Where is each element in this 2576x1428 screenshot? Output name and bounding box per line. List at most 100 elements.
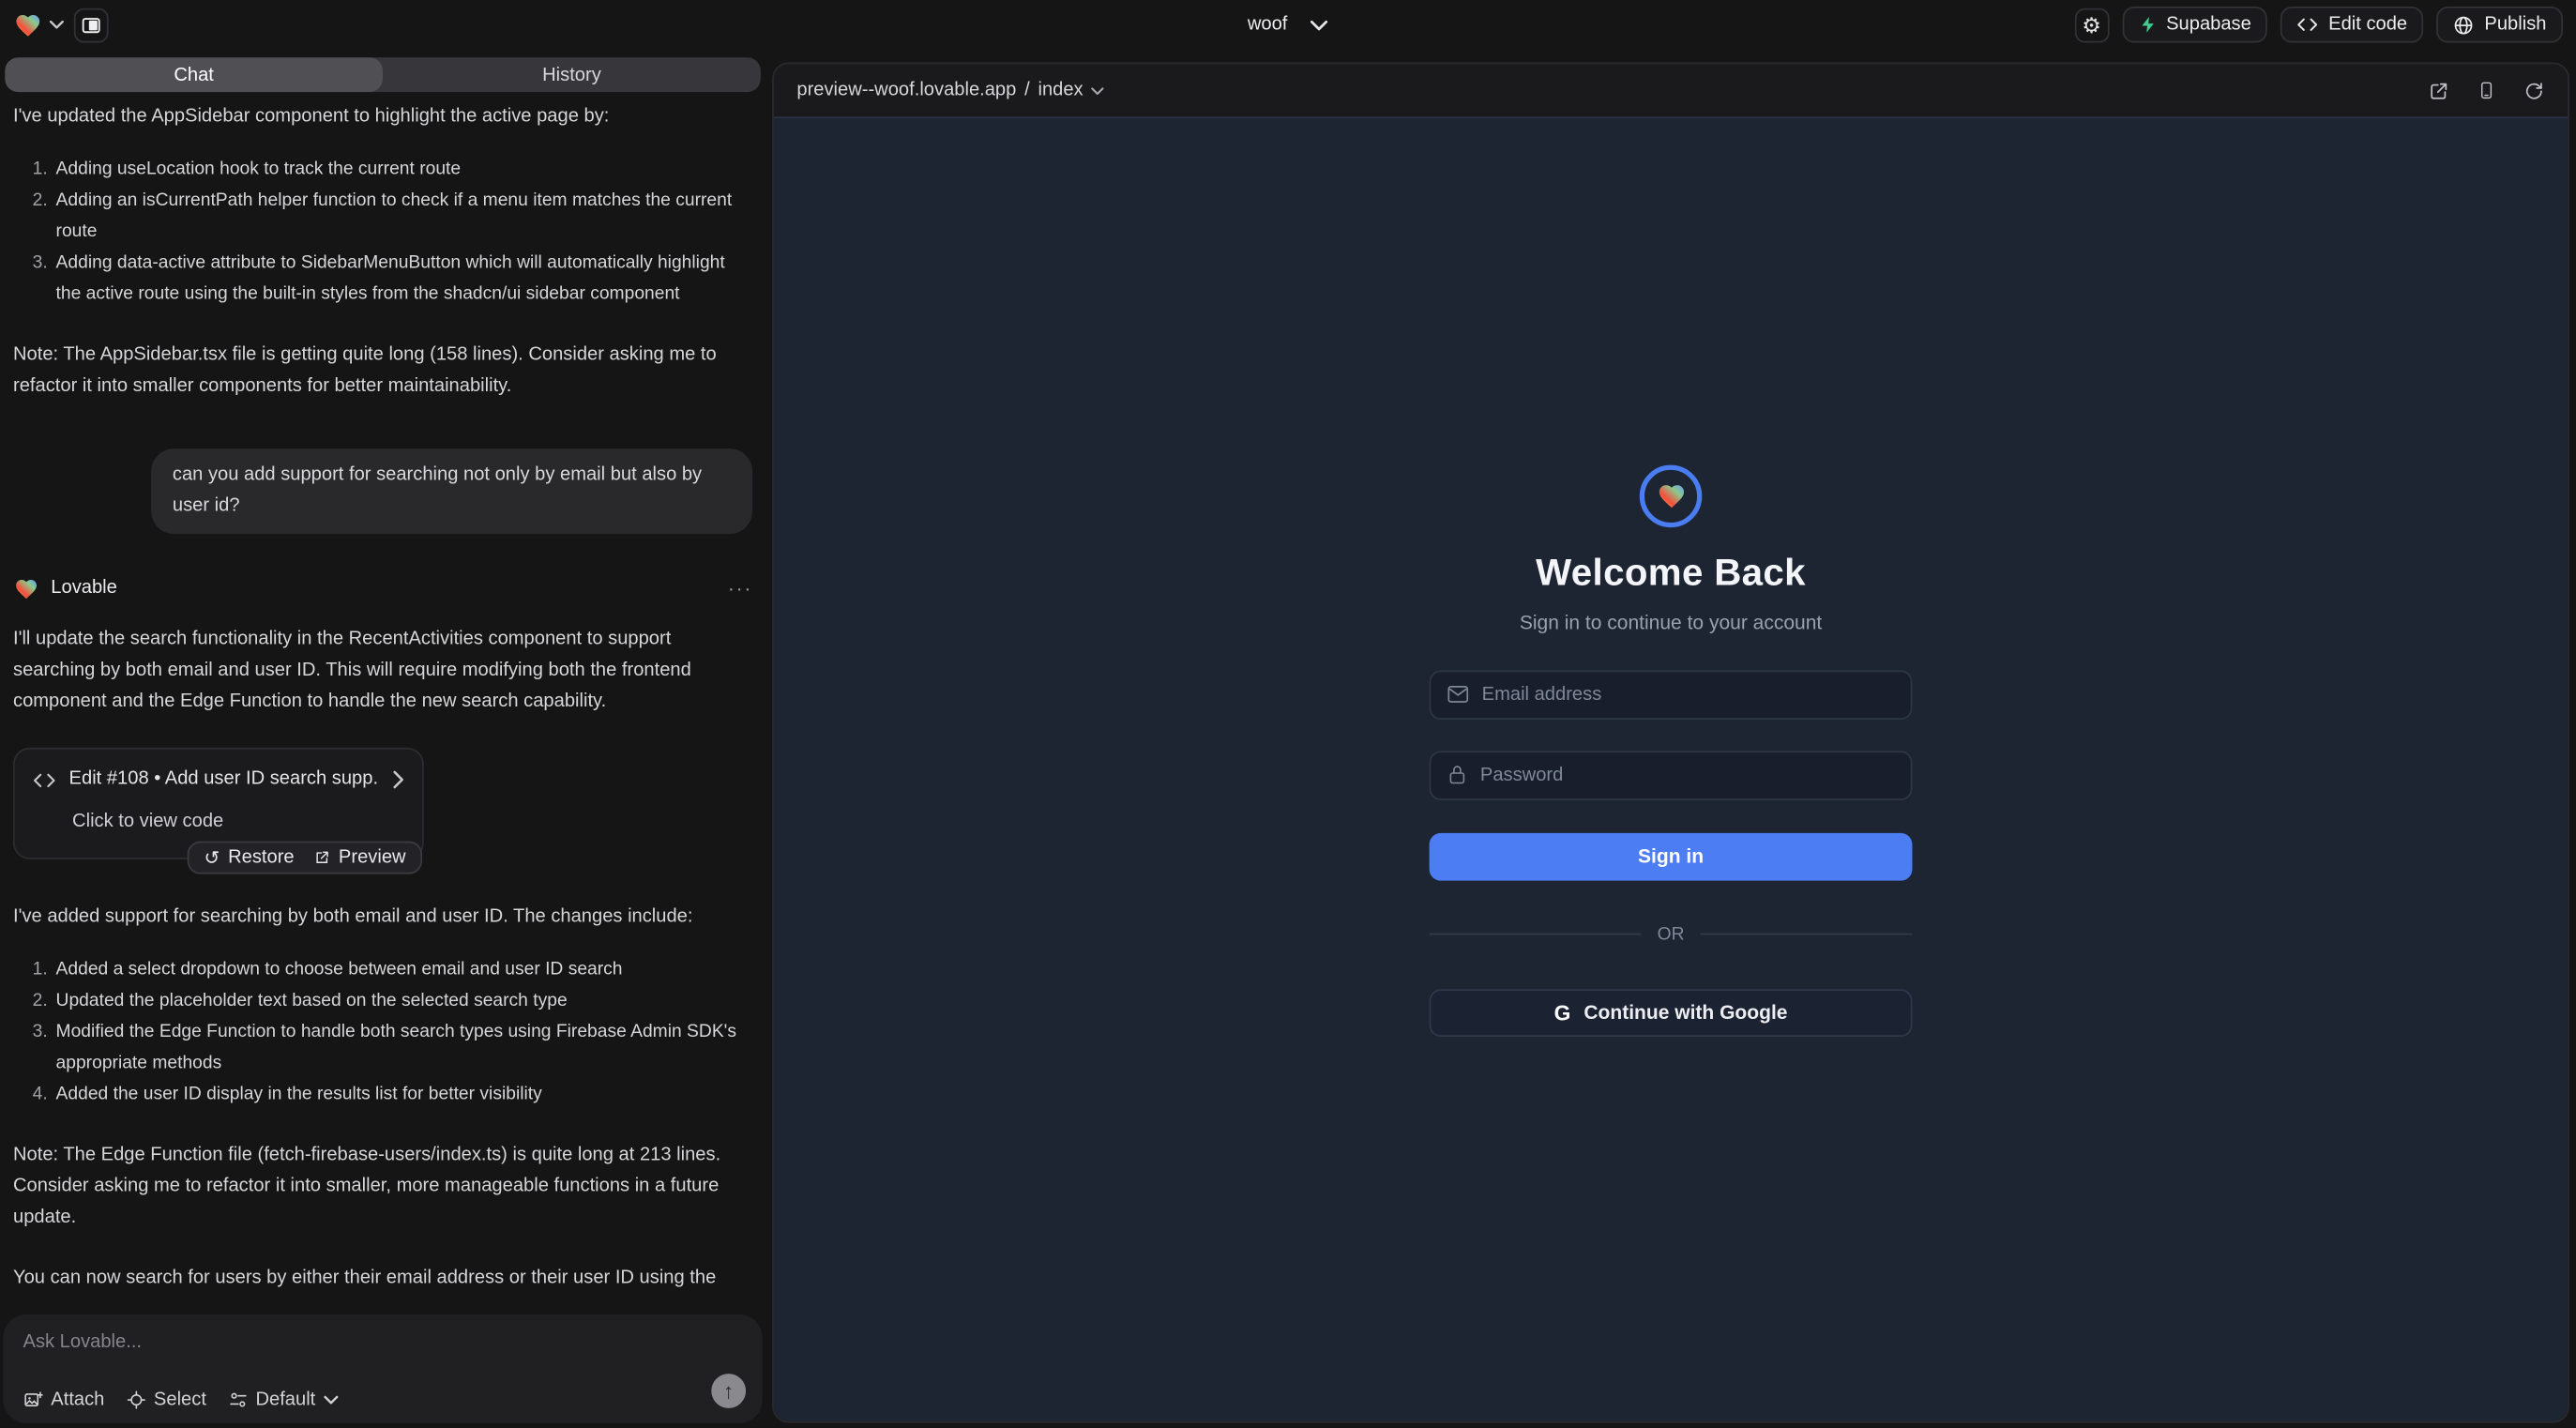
preview-content: Welcome Back Sign in to continue to your…: [774, 116, 2568, 1421]
list-item: Updated the placeholder text based on th…: [53, 986, 752, 1017]
gear-icon: ⚙: [2082, 14, 2100, 36]
app-header: woof ⚙ Supabase Edit code: [0, 0, 2576, 50]
assistant-header: Lovable ···: [13, 573, 752, 604]
preview-label: Preview: [339, 848, 406, 868]
mode-label: Default: [255, 1390, 315, 1410]
page-title: Welcome Back: [1536, 550, 1806, 594]
code-icon: [2297, 17, 2319, 34]
image-plus-icon: [23, 1390, 43, 1410]
list-item: Added a select dropdown to choose betwee…: [53, 954, 752, 985]
preview-url-separator: /: [1024, 81, 1030, 100]
edit-card-subtitle: Click to view code: [72, 807, 404, 838]
assistant-message-summary: I've added support for searching by both…: [13, 902, 752, 933]
more-menu-icon[interactable]: ···: [728, 573, 752, 604]
list-item: Modified the Edge Function to handle bot…: [53, 1017, 752, 1080]
external-link-icon: [314, 849, 331, 866]
mobile-phone-icon: [2478, 79, 2495, 102]
publish-button[interactable]: Publish: [2437, 7, 2563, 43]
chat-composer[interactable]: Ask Lovable... Attach Select: [4, 1314, 763, 1423]
attach-label: Attach: [51, 1390, 104, 1410]
chat-panel: Chat History I've updated the AppSidebar…: [0, 50, 765, 1428]
project-name: woof: [1248, 15, 1288, 35]
assistant-message-list: Added a select dropdown to choose betwee…: [13, 954, 752, 1110]
tab-history[interactable]: History: [383, 57, 761, 92]
composer-input[interactable]: Ask Lovable...: [23, 1332, 743, 1352]
lovable-heart-icon: [13, 10, 43, 38]
composer-actions: Attach Select Default: [23, 1390, 339, 1410]
preview-button[interactable]: Preview: [314, 848, 406, 868]
toggle-sidebar-button[interactable]: [74, 8, 109, 42]
email-field[interactable]: Email address: [1430, 670, 1913, 720]
app-logo: [1640, 464, 1703, 527]
mail-icon: [1447, 685, 1469, 703]
page-subtitle: Sign in to continue to your account: [1520, 611, 1822, 634]
user-message-row: can you add support for searching not on…: [13, 448, 752, 534]
lovable-heart-icon: [13, 577, 39, 601]
globe-icon: [2453, 14, 2475, 36]
preview-toolbar: preview--woof.lovable.app / index: [774, 64, 2568, 116]
edit-card-header: Edit #108 • Add user ID search supp...: [33, 764, 404, 795]
sign-in-button[interactable]: Sign in: [1430, 832, 1913, 880]
header-right: ⚙ Supabase Edit code Publish: [2074, 0, 2563, 50]
assistant-message-intro: I've updated the AppSidebar component to…: [13, 102, 752, 133]
restore-label: Restore: [228, 848, 295, 868]
continue-with-google-button[interactable]: G Continue with Google: [1430, 988, 1913, 1036]
version-actions-pill: ↺ Restore Preview: [188, 842, 422, 874]
restore-icon: ↺: [204, 846, 220, 870]
tab-chat[interactable]: Chat: [5, 57, 383, 92]
sliders-icon: [228, 1390, 248, 1410]
chat-messages[interactable]: I've updated the AppSidebar component to…: [0, 92, 765, 1298]
open-in-new-tab-button[interactable]: [2428, 80, 2449, 101]
mobile-view-button[interactable]: [2478, 79, 2495, 102]
assistant-name: Lovable: [51, 573, 117, 604]
external-link-icon: [2428, 80, 2449, 101]
edit-version-card[interactable]: Edit #108 • Add user ID search supp... C…: [13, 748, 424, 859]
assistant-message-outro: You can now search for users by either t…: [13, 1264, 752, 1299]
signin-card: Welcome Back Sign in to continue to your…: [1430, 464, 1913, 1036]
preview-url-page: index: [1038, 81, 1083, 100]
app-window: woof ⚙ Supabase Edit code: [0, 0, 2576, 1428]
restore-button[interactable]: ↺ Restore: [204, 846, 294, 870]
assistant-message-list: Adding useLocation hook to track the cur…: [13, 155, 752, 311]
list-item: Adding data-active attribute to SidebarM…: [53, 248, 752, 311]
chat-history-tabs: Chat History: [5, 57, 761, 92]
chevron-right-icon: [393, 770, 404, 788]
email-placeholder: Email address: [1482, 684, 1602, 704]
target-icon: [126, 1390, 145, 1410]
or-label: OR: [1658, 924, 1685, 944]
user-message-bubble: can you add support for searching not on…: [151, 448, 752, 534]
refresh-button[interactable]: [2523, 80, 2545, 101]
chevron-down-icon: [50, 20, 65, 30]
send-button[interactable]: ↑: [711, 1374, 746, 1408]
list-item: Adding an isCurrentPath helper function …: [53, 186, 752, 249]
list-item: Added the user ID display in the results…: [53, 1080, 752, 1111]
supabase-bolt-icon: [2138, 15, 2156, 35]
chevron-down-icon: [1311, 19, 1328, 30]
edit-code-label: Edit code: [2328, 15, 2407, 35]
attach-button[interactable]: Attach: [23, 1390, 105, 1410]
arrow-up-icon: ↑: [723, 1380, 734, 1402]
panel-left-icon: [81, 14, 102, 36]
select-button[interactable]: Select: [126, 1390, 206, 1410]
google-label: Continue with Google: [1583, 1001, 1787, 1025]
lock-icon: [1447, 764, 1467, 785]
preview-toolbar-actions: [2428, 79, 2544, 102]
header-left: [13, 0, 109, 50]
lovable-logo-menu[interactable]: [13, 10, 64, 38]
assistant-message-intro: I'll update the search functionality in …: [13, 624, 752, 718]
mode-selector-button[interactable]: Default: [228, 1390, 339, 1410]
edit-code-button[interactable]: Edit code: [2281, 7, 2423, 43]
refresh-icon: [2523, 80, 2545, 101]
password-field[interactable]: Password: [1430, 750, 1913, 799]
password-placeholder: Password: [1480, 765, 1563, 784]
settings-button[interactable]: ⚙: [2074, 8, 2109, 42]
chevron-down-icon: [1091, 86, 1104, 95]
publish-label: Publish: [2484, 15, 2546, 35]
preview-url-menu[interactable]: preview--woof.lovable.app / index: [796, 81, 1104, 100]
project-menu[interactable]: woof: [1248, 0, 1328, 50]
preview-url-host: preview--woof.lovable.app: [796, 81, 1016, 100]
assistant-message-note: Note: The AppSidebar.tsx file is getting…: [13, 341, 752, 403]
list-item: Adding useLocation hook to track the cur…: [53, 155, 752, 186]
select-label: Select: [154, 1390, 206, 1410]
supabase-button[interactable]: Supabase: [2122, 7, 2268, 43]
